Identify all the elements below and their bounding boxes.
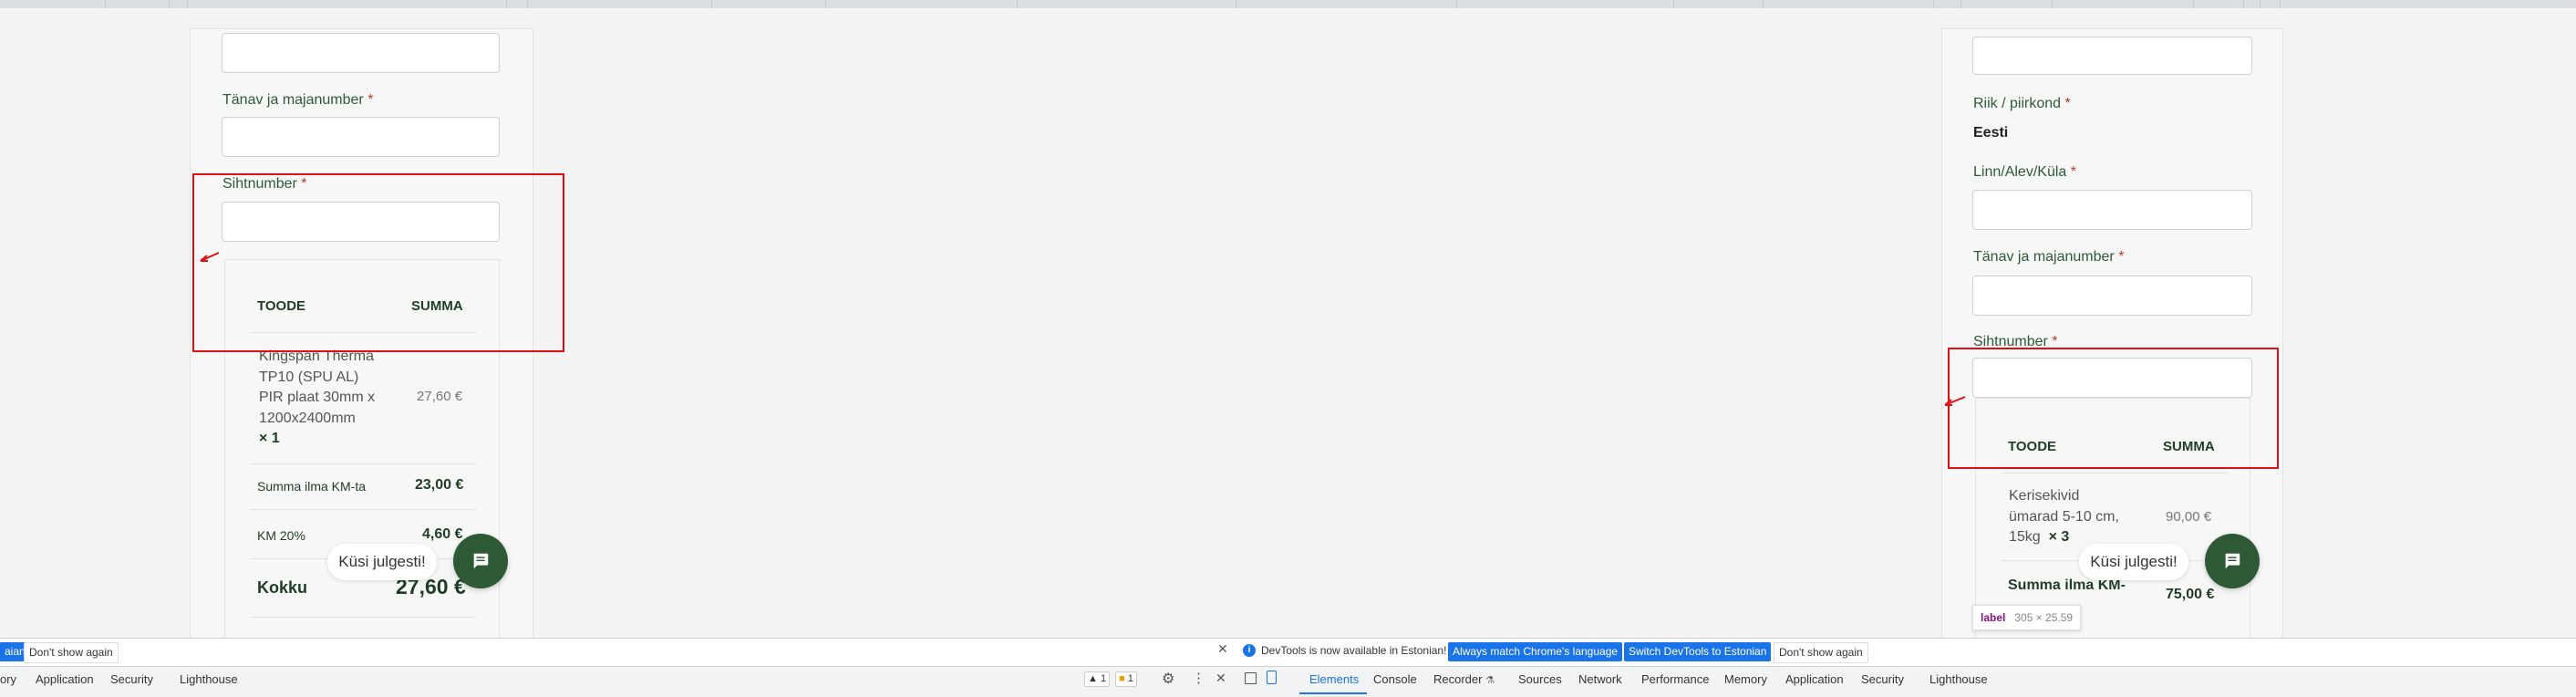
right-chat-button[interactable] xyxy=(2205,534,2260,588)
left-tab-lighthouse[interactable]: Lighthouse xyxy=(180,672,238,686)
tab-application[interactable]: Application xyxy=(1785,672,1844,686)
left-dont-show-button[interactable]: Don't show again xyxy=(24,642,119,663)
warning-count: 1 xyxy=(1100,673,1107,684)
more-vert-icon[interactable]: ⋮ xyxy=(1192,670,1205,686)
issues-icon: ■ xyxy=(1119,673,1125,684)
left-highlight-box xyxy=(192,173,564,352)
right-chat-label[interactable]: Küsi julgesti! xyxy=(2079,544,2188,580)
left-street-label: Tänav ja majanumber * xyxy=(222,92,374,108)
tooltip-size: 305 × 25.59 xyxy=(2014,611,2074,624)
left-product-name: Kingspan Therma TP10 (SPU AL) PIR plaat … xyxy=(259,347,375,450)
left-street-input[interactable] xyxy=(222,117,500,157)
tab-network[interactable]: Network xyxy=(1578,672,1622,686)
right-street-input[interactable] xyxy=(1972,276,2252,316)
inspect-icon[interactable] xyxy=(1245,672,1257,684)
tab-elements[interactable]: Elements xyxy=(1309,672,1359,686)
cursor-arrow-icon xyxy=(1944,396,1966,406)
left-subtotal-value: 23,00 € xyxy=(415,477,464,493)
left-tab-memory[interactable]: ory xyxy=(0,672,16,686)
right-street-label: Tänav ja majanumber * xyxy=(1973,249,2125,265)
left-chat-label[interactable]: Küsi julgesti! xyxy=(327,544,437,580)
left-product-qty: × 1 xyxy=(259,431,280,446)
active-tab-underline xyxy=(1299,692,1367,694)
left-divider-3 xyxy=(250,509,476,510)
info-icon: i xyxy=(1243,644,1256,657)
left-total-label: Kokku xyxy=(257,578,308,597)
browser-top-strip xyxy=(0,0,2576,8)
left-chat-button[interactable] xyxy=(453,534,508,588)
left-subtotal-label: Summa ilma KM-ta xyxy=(257,479,367,494)
tab-lighthouse[interactable]: Lighthouse xyxy=(1929,672,1988,686)
right-product-line-3: 15kg xyxy=(2009,529,2041,545)
device-toggle-icon[interactable] xyxy=(1267,671,1277,684)
cursor-arrow-icon xyxy=(200,252,220,262)
right-highlight-box xyxy=(1948,348,2279,469)
left-prev-input[interactable] xyxy=(222,33,500,73)
right-country-value: Eesti xyxy=(1973,125,2009,140)
right-product-price: 90,00 € xyxy=(2166,509,2212,525)
devtools-notice-text: DevTools is now available in Estonian! xyxy=(1261,644,1447,657)
left-product-line-3: PIR plaat 30mm x xyxy=(259,390,376,405)
warning-badge[interactable]: ▲ 1 xyxy=(1084,671,1111,687)
left-divider-5 xyxy=(250,617,476,618)
right-product-name: Kerisekivid ümarad 5-10 cm, 15kg × 3 xyxy=(2009,486,2119,548)
tab-recorder-label: Recorder xyxy=(1433,672,1483,686)
close-icon[interactable]: ✕ xyxy=(1216,671,1226,686)
chat-bubble-icon xyxy=(473,553,489,569)
match-language-button[interactable]: Always match Chrome's language xyxy=(1448,642,1623,661)
tab-security[interactable]: Security xyxy=(1861,672,1904,686)
left-vat-label: KM 20% xyxy=(257,528,305,543)
right-country-label: Riik / piirkond * xyxy=(1973,96,2071,111)
tab-sources[interactable]: Sources xyxy=(1518,672,1562,686)
tab-memory[interactable]: Memory xyxy=(1724,672,1767,686)
issues-count: 1 xyxy=(1127,673,1133,684)
right-prev-input[interactable] xyxy=(1972,36,2252,75)
left-product-price: 27,60 € xyxy=(417,389,463,404)
devtools-tab-bar xyxy=(0,666,2576,697)
right-dont-show-button[interactable]: Don't show again xyxy=(1774,642,1868,663)
flask-icon: ⚗ xyxy=(1485,675,1495,686)
right-city-input[interactable] xyxy=(1972,190,2252,230)
right-product-line-2: ümarad 5-10 cm, xyxy=(2009,508,2119,525)
left-vat-value: 4,60 € xyxy=(422,526,463,542)
right-product-line-1: Kerisekivid xyxy=(2009,488,2080,504)
left-tab-application[interactable]: Application xyxy=(36,672,94,686)
close-icon[interactable]: ✕ xyxy=(1217,641,1228,657)
tab-performance[interactable]: Performance xyxy=(1641,672,1709,686)
issues-badge[interactable]: ■ 1 xyxy=(1115,671,1137,687)
tooltip-tag: label xyxy=(1981,611,2006,624)
right-city-label: Linn/Alev/Küla * xyxy=(1973,164,2076,180)
switch-devtools-button[interactable]: Switch DevTools to Estonian xyxy=(1624,642,1772,661)
chat-bubble-icon xyxy=(2225,553,2240,569)
left-product-line-4: 1200x2400mm xyxy=(259,410,356,426)
gear-icon[interactable]: ⚙ xyxy=(1162,670,1174,688)
tab-recorder[interactable]: Recorder ⚗ xyxy=(1433,672,1495,686)
right-subtotal-value: 75,00 € xyxy=(2166,587,2215,602)
left-divider-2 xyxy=(250,463,476,464)
left-product-line-2: TP10 (SPU AL) xyxy=(259,369,359,385)
tab-console[interactable]: Console xyxy=(1373,672,1417,686)
inspect-tooltip: label 305 × 25.59 xyxy=(1972,605,2082,630)
right-product-qty: × 3 xyxy=(2048,529,2070,545)
left-tab-security[interactable]: Security xyxy=(110,672,153,686)
